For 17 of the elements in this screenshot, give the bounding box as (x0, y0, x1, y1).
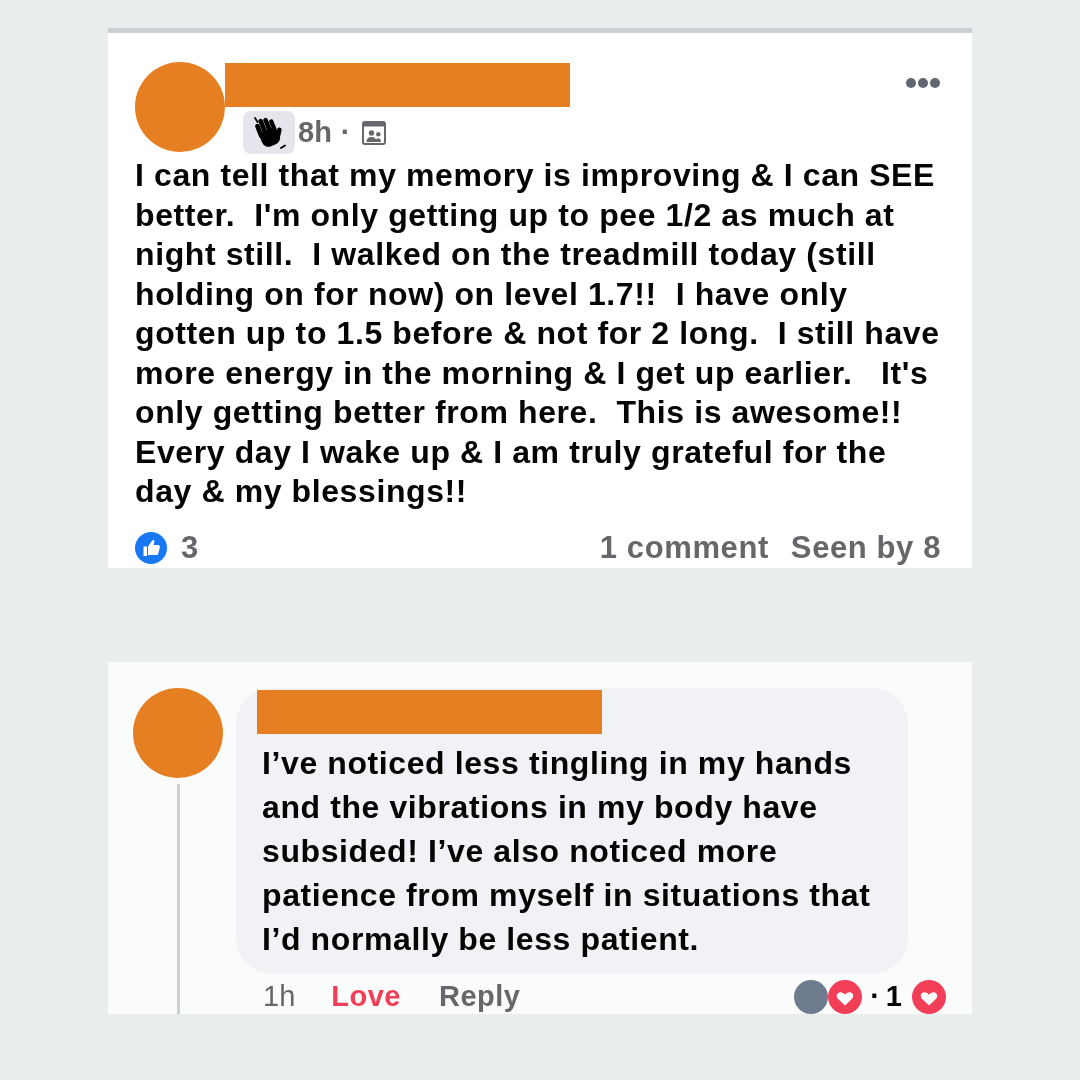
wave-hand-icon (243, 111, 295, 154)
post-time[interactable]: 8h (298, 116, 332, 149)
reactor-avatar (794, 979, 829, 1014)
comment-text: I’ve noticed less tingling in my hands and the vibrations in my body have subsided! I’ve also noticed more patience from myself in situations that I’d normally be less patient. (262, 743, 872, 959)
reply-button[interactable]: Reply (438, 980, 521, 1013)
post-text: I can tell that my memory is improving & I can SEE better. I'm only getting up to pee 1/2 as much at night still. I walked on the treadmill today (still holding on for now) on level 1.7!! I have only gotten up to 1.5 before & not for 2 long. I still have more energy in the morning & I get up earlier. It's only getting better from here. This is awesome!! Every day I wake up & I am truly grateful for the day & my blessings!! (135, 156, 941, 511)
separator-dot: · (870, 980, 880, 1013)
like-count[interactable]: 3 (181, 529, 199, 566)
group-icon[interactable] (361, 120, 386, 145)
more-options-icon[interactable] (905, 77, 941, 89)
love-button[interactable]: Love (331, 980, 401, 1013)
separator-dot: · (340, 116, 351, 149)
comment-time: 1h (263, 980, 296, 1013)
like-reaction-icon (135, 531, 167, 564)
seen-by-link[interactable]: Seen by 8 (790, 529, 941, 566)
comment-count-link[interactable]: 1 comment (599, 529, 769, 566)
reaction-count[interactable]: 1 (885, 980, 902, 1013)
